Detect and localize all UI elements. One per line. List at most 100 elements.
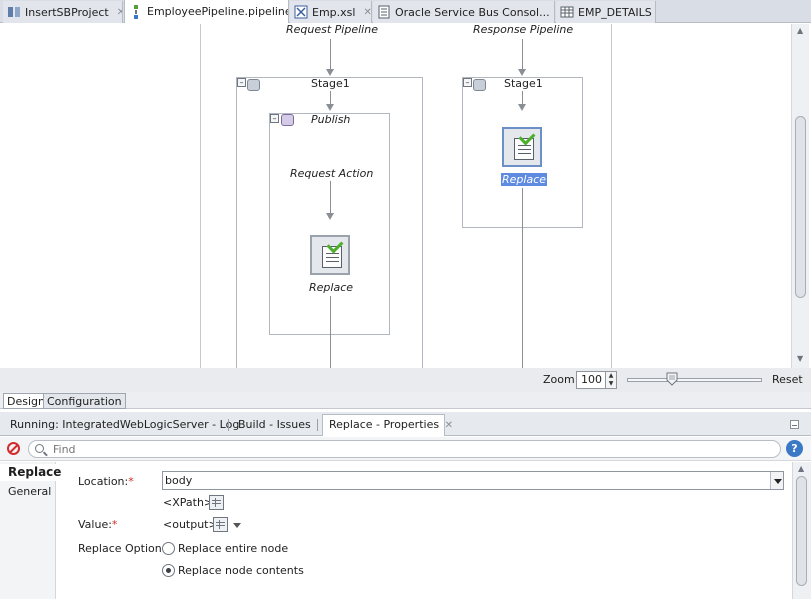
option-entire-label[interactable]: Replace entire node xyxy=(178,542,288,555)
location-label: Location:* xyxy=(78,475,134,488)
nav-replace[interactable]: Replace xyxy=(0,464,61,481)
replace-action-icon[interactable] xyxy=(310,235,350,275)
request-action-label: Request Action xyxy=(290,167,374,180)
collapse-icon[interactable]: – xyxy=(463,78,472,87)
lane-divider xyxy=(611,24,612,368)
search-icon xyxy=(35,444,44,453)
tab-issues[interactable]: Build - Issues xyxy=(232,416,317,436)
tab-replace-properties[interactable]: Replace - Properties ✕ xyxy=(322,414,453,436)
lane-divider xyxy=(200,24,201,368)
scroll-thumb[interactable] xyxy=(795,116,806,298)
tab-osb-console[interactable]: Oracle Service Bus Consol... ✕ xyxy=(373,1,555,23)
flow-line xyxy=(330,39,331,71)
find-box[interactable] xyxy=(28,440,781,458)
value-expression: <output> xyxy=(163,518,218,531)
publish-icon xyxy=(281,114,294,126)
flow-arrow xyxy=(326,104,334,111)
tab-separator xyxy=(317,419,318,431)
reset-button[interactable]: Reset xyxy=(772,373,803,386)
location-dropdown-button[interactable] xyxy=(770,472,783,489)
stage-icon xyxy=(473,79,486,91)
xsl-icon xyxy=(294,5,308,19)
tab-label: Replace - Properties xyxy=(329,418,440,431)
replace-action-label[interactable]: Replace xyxy=(309,281,353,294)
replace-option-label: Replace Option: xyxy=(78,542,166,555)
response-pipeline-label: Response Pipeline xyxy=(473,24,574,36)
zoom-slider-handle[interactable] xyxy=(665,372,679,386)
flow-line xyxy=(330,296,331,368)
required-marker: * xyxy=(111,518,118,531)
stage-icon xyxy=(247,79,260,91)
radio-replace-node-contents[interactable] xyxy=(162,564,175,577)
zoom-label: Zoom: xyxy=(543,373,579,386)
panel-vertical-scrollbar[interactable]: ▲ xyxy=(792,462,811,599)
tab-label: Emp.xsl xyxy=(312,5,356,19)
close-icon[interactable]: ✕ xyxy=(363,7,371,18)
find-input[interactable] xyxy=(53,442,753,456)
xpath-label: <XPath> xyxy=(163,496,214,509)
flow-line xyxy=(330,91,331,105)
flow-arrow xyxy=(518,104,526,111)
location-label-text: Location: xyxy=(78,475,129,488)
radio-replace-entire-node[interactable] xyxy=(162,542,175,555)
tab-label: Oracle Service Bus Consol... xyxy=(395,5,550,19)
properties-nav: Replace General xyxy=(0,462,61,599)
stage-title: Stage1 xyxy=(504,77,543,90)
flow-line xyxy=(522,91,523,105)
nav-general[interactable]: General xyxy=(8,485,51,498)
zoom-slider-track[interactable] xyxy=(627,378,762,382)
tab-label: EMP_DETAILS xyxy=(578,5,652,19)
close-icon[interactable]: ✕ xyxy=(117,7,122,18)
tab-employeepipeline[interactable]: EmployeePipeline.pipeline ✕ xyxy=(124,0,289,23)
tab-label: InsertSBProject xyxy=(25,5,109,19)
tab-label: EmployeePipeline.pipeline xyxy=(147,5,289,18)
properties-panel: Running: IntegratedWebLogicServer - Log … xyxy=(0,412,811,599)
scroll-thumb[interactable] xyxy=(796,476,807,586)
document-icon xyxy=(377,5,391,19)
help-icon[interactable]: ? xyxy=(786,440,803,457)
collapse-icon[interactable]: – xyxy=(237,78,246,87)
panel-tab-bar: Running: IntegratedWebLogicServer - Log … xyxy=(0,412,811,436)
pipeline-icon xyxy=(129,4,143,19)
pipeline-canvas[interactable]: Request Pipeline Response Pipeline – Sta… xyxy=(4,24,791,368)
replace-action-icon[interactable] xyxy=(502,127,542,167)
flow-line xyxy=(330,181,331,213)
expression-editor-icon[interactable] xyxy=(213,517,228,532)
chevron-down-icon[interactable] xyxy=(233,523,241,528)
scroll-down-icon[interactable]: ▼ xyxy=(797,354,803,363)
tab-insertsbproject[interactable]: InsertSBProject ✕ xyxy=(3,1,123,23)
location-field[interactable]: body xyxy=(162,471,784,490)
table-icon xyxy=(560,5,574,19)
tab-log[interactable]: Running: IntegratedWebLogicServer - Log xyxy=(4,416,245,436)
request-pipeline-label: Request Pipeline xyxy=(286,24,378,36)
stop-icon[interactable] xyxy=(7,442,20,455)
tab-configuration[interactable]: Configuration xyxy=(43,393,126,409)
flow-arrow xyxy=(518,69,526,76)
canvas-vertical-scrollbar[interactable]: ▲ ▼ xyxy=(791,24,809,368)
scroll-up-icon[interactable]: ▲ xyxy=(797,26,803,35)
replace-action-label-selected[interactable]: Replace xyxy=(501,173,548,186)
flow-line xyxy=(522,39,523,71)
option-contents-label[interactable]: Replace node contents xyxy=(178,564,304,577)
view-tabs: Design Configuration xyxy=(0,392,811,409)
zoom-toolbar: Zoom: 100 ▲ ▼ Reset xyxy=(0,368,811,392)
stage-title: Stage1 xyxy=(311,77,350,90)
expression-editor-icon[interactable] xyxy=(209,495,224,510)
tab-separator xyxy=(228,419,229,431)
scroll-up-icon[interactable]: ▲ xyxy=(798,464,804,473)
value-label-text: Value: xyxy=(78,518,112,531)
zoom-spinner[interactable]: ▲ ▼ xyxy=(605,371,617,389)
zoom-input[interactable]: 100 xyxy=(576,371,606,389)
minimize-icon[interactable] xyxy=(790,420,799,429)
flow-line xyxy=(522,188,523,368)
flow-arrow xyxy=(326,213,334,220)
collapse-icon[interactable]: – xyxy=(270,114,279,123)
find-toolbar: ? xyxy=(0,437,811,461)
editor-tab-bar: InsertSBProject ✕ EmployeePipeline.pipel… xyxy=(0,0,811,23)
project-icon xyxy=(7,5,21,19)
required-marker: * xyxy=(128,475,134,488)
flow-arrow xyxy=(326,69,334,76)
tab-emp-xsl[interactable]: Emp.xsl ✕ xyxy=(290,1,372,23)
tab-emp-details[interactable]: EMP_DETAILS xyxy=(556,1,656,23)
close-icon[interactable]: ✕ xyxy=(445,420,453,431)
